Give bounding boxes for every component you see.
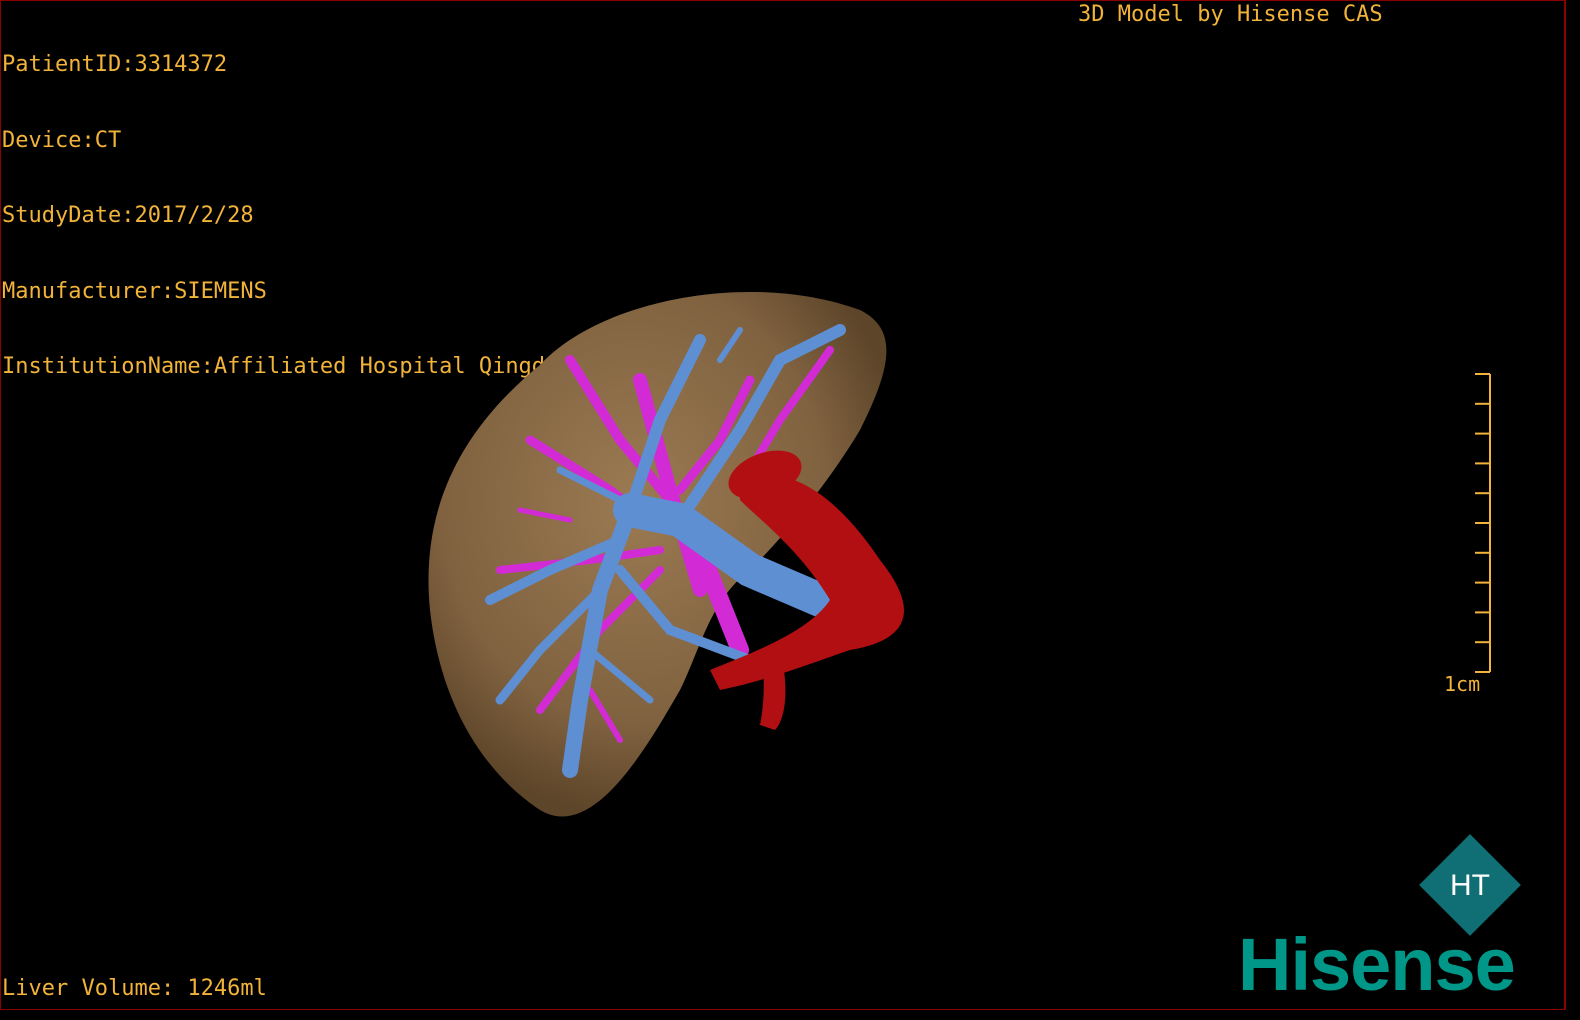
device: Device:CT bbox=[2, 127, 122, 153]
study-date: StudyDate:2017/2/28 bbox=[2, 203, 254, 229]
scale-label: 1cm bbox=[1444, 672, 1481, 696]
logo-mark: HT bbox=[1450, 869, 1490, 902]
model-credit: 3D Model by Hisense CAS bbox=[1078, 2, 1383, 27]
scale-bar bbox=[1475, 373, 1491, 673]
patient-id: PatientID:3314372 bbox=[2, 52, 228, 78]
3d-liver-model[interactable] bbox=[420, 270, 940, 850]
hisense-logo-text: Hisense bbox=[1238, 923, 1516, 1006]
liver-volume: Liver Volume: 1246ml bbox=[2, 976, 267, 1001]
